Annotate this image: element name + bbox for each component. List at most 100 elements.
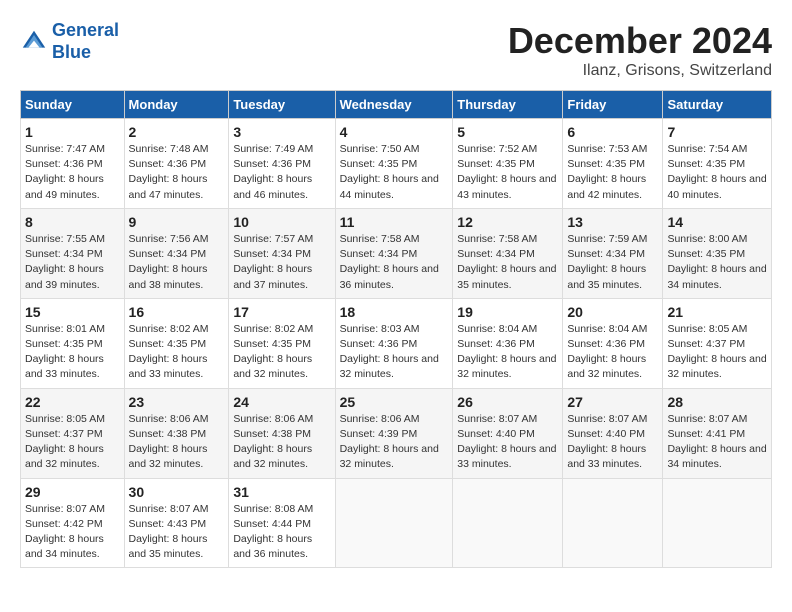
day-detail: Sunrise: 8:01 AM Sunset: 4:35 PM Dayligh… [25,322,120,383]
week-row-3: 15 Sunrise: 8:01 AM Sunset: 4:35 PM Dayl… [21,298,772,388]
day-detail: Sunrise: 7:52 AM Sunset: 4:35 PM Dayligh… [457,142,558,203]
calendar-cell: 22 Sunrise: 8:05 AM Sunset: 4:37 PM Dayl… [21,388,125,478]
day-detail: Sunrise: 8:07 AM Sunset: 4:40 PM Dayligh… [567,412,658,473]
day-detail: Sunrise: 7:48 AM Sunset: 4:36 PM Dayligh… [129,142,225,203]
day-number: 19 [457,304,558,320]
day-number: 25 [340,394,449,410]
week-row-2: 8 Sunrise: 7:55 AM Sunset: 4:34 PM Dayli… [21,208,772,298]
day-number: 12 [457,214,558,230]
calendar-cell: 29 Sunrise: 8:07 AM Sunset: 4:42 PM Dayl… [21,478,125,568]
day-detail: Sunrise: 8:02 AM Sunset: 4:35 PM Dayligh… [233,322,330,383]
calendar-cell: 19 Sunrise: 8:04 AM Sunset: 4:36 PM Dayl… [453,298,563,388]
day-detail: Sunrise: 8:07 AM Sunset: 4:41 PM Dayligh… [667,412,767,473]
day-number: 13 [567,214,658,230]
week-row-4: 22 Sunrise: 8:05 AM Sunset: 4:37 PM Dayl… [21,388,772,478]
logo-text: General Blue [52,20,119,63]
calendar-cell: 24 Sunrise: 8:06 AM Sunset: 4:38 PM Dayl… [229,388,335,478]
day-number: 2 [129,124,225,140]
day-number: 27 [567,394,658,410]
day-detail: Sunrise: 7:50 AM Sunset: 4:35 PM Dayligh… [340,142,449,203]
day-number: 15 [25,304,120,320]
day-number: 28 [667,394,767,410]
day-detail: Sunrise: 8:06 AM Sunset: 4:38 PM Dayligh… [233,412,330,473]
week-row-5: 29 Sunrise: 8:07 AM Sunset: 4:42 PM Dayl… [21,478,772,568]
day-number: 31 [233,484,330,500]
calendar-cell: 3 Sunrise: 7:49 AM Sunset: 4:36 PM Dayli… [229,119,335,209]
day-number: 24 [233,394,330,410]
day-number: 11 [340,214,449,230]
calendar-cell [563,478,663,568]
calendar-cell [663,478,772,568]
day-detail: Sunrise: 8:05 AM Sunset: 4:37 PM Dayligh… [25,412,120,473]
calendar-cell: 25 Sunrise: 8:06 AM Sunset: 4:39 PM Dayl… [335,388,453,478]
calendar-cell: 26 Sunrise: 8:07 AM Sunset: 4:40 PM Dayl… [453,388,563,478]
calendar-cell: 21 Sunrise: 8:05 AM Sunset: 4:37 PM Dayl… [663,298,772,388]
day-detail: Sunrise: 8:00 AM Sunset: 4:35 PM Dayligh… [667,232,767,293]
logo: General Blue [20,20,119,63]
day-detail: Sunrise: 8:06 AM Sunset: 4:38 PM Dayligh… [129,412,225,473]
calendar-cell [335,478,453,568]
day-detail: Sunrise: 7:47 AM Sunset: 4:36 PM Dayligh… [25,142,120,203]
calendar-cell: 27 Sunrise: 8:07 AM Sunset: 4:40 PM Dayl… [563,388,663,478]
col-header-friday: Friday [563,91,663,119]
logo-icon [20,28,48,56]
day-detail: Sunrise: 8:07 AM Sunset: 4:43 PM Dayligh… [129,502,225,563]
day-detail: Sunrise: 7:56 AM Sunset: 4:34 PM Dayligh… [129,232,225,293]
calendar-header-row: SundayMondayTuesdayWednesdayThursdayFrid… [21,91,772,119]
day-number: 17 [233,304,330,320]
day-number: 4 [340,124,449,140]
day-number: 16 [129,304,225,320]
calendar-cell: 30 Sunrise: 8:07 AM Sunset: 4:43 PM Dayl… [124,478,229,568]
day-number: 22 [25,394,120,410]
calendar-cell: 18 Sunrise: 8:03 AM Sunset: 4:36 PM Dayl… [335,298,453,388]
title-block: December 2024 Ilanz, Grisons, Switzerlan… [508,20,772,80]
calendar-cell: 2 Sunrise: 7:48 AM Sunset: 4:36 PM Dayli… [124,119,229,209]
col-header-thursday: Thursday [453,91,563,119]
day-detail: Sunrise: 8:04 AM Sunset: 4:36 PM Dayligh… [567,322,658,383]
calendar-cell: 10 Sunrise: 7:57 AM Sunset: 4:34 PM Dayl… [229,208,335,298]
day-detail: Sunrise: 7:53 AM Sunset: 4:35 PM Dayligh… [567,142,658,203]
day-detail: Sunrise: 8:03 AM Sunset: 4:36 PM Dayligh… [340,322,449,383]
calendar-cell: 12 Sunrise: 7:58 AM Sunset: 4:34 PM Dayl… [453,208,563,298]
day-number: 9 [129,214,225,230]
page-header: General Blue December 2024 Ilanz, Grison… [20,20,772,80]
calendar-table: SundayMondayTuesdayWednesdayThursdayFrid… [20,90,772,568]
calendar-cell: 14 Sunrise: 8:00 AM Sunset: 4:35 PM Dayl… [663,208,772,298]
col-header-sunday: Sunday [21,91,125,119]
day-number: 14 [667,214,767,230]
day-number: 1 [25,124,120,140]
calendar-cell: 31 Sunrise: 8:08 AM Sunset: 4:44 PM Dayl… [229,478,335,568]
day-number: 23 [129,394,225,410]
day-detail: Sunrise: 8:07 AM Sunset: 4:40 PM Dayligh… [457,412,558,473]
day-detail: Sunrise: 7:49 AM Sunset: 4:36 PM Dayligh… [233,142,330,203]
calendar-cell: 15 Sunrise: 8:01 AM Sunset: 4:35 PM Dayl… [21,298,125,388]
col-header-tuesday: Tuesday [229,91,335,119]
day-detail: Sunrise: 8:05 AM Sunset: 4:37 PM Dayligh… [667,322,767,383]
page-title: December 2024 [508,20,772,62]
calendar-cell: 5 Sunrise: 7:52 AM Sunset: 4:35 PM Dayli… [453,119,563,209]
calendar-cell: 4 Sunrise: 7:50 AM Sunset: 4:35 PM Dayli… [335,119,453,209]
day-detail: Sunrise: 8:08 AM Sunset: 4:44 PM Dayligh… [233,502,330,563]
col-header-monday: Monday [124,91,229,119]
calendar-cell: 1 Sunrise: 7:47 AM Sunset: 4:36 PM Dayli… [21,119,125,209]
day-detail: Sunrise: 7:58 AM Sunset: 4:34 PM Dayligh… [340,232,449,293]
calendar-cell: 11 Sunrise: 7:58 AM Sunset: 4:34 PM Dayl… [335,208,453,298]
day-detail: Sunrise: 7:57 AM Sunset: 4:34 PM Dayligh… [233,232,330,293]
day-detail: Sunrise: 7:59 AM Sunset: 4:34 PM Dayligh… [567,232,658,293]
calendar-cell: 20 Sunrise: 8:04 AM Sunset: 4:36 PM Dayl… [563,298,663,388]
calendar-cell: 23 Sunrise: 8:06 AM Sunset: 4:38 PM Dayl… [124,388,229,478]
day-number: 18 [340,304,449,320]
day-number: 20 [567,304,658,320]
day-number: 26 [457,394,558,410]
calendar-cell: 16 Sunrise: 8:02 AM Sunset: 4:35 PM Dayl… [124,298,229,388]
day-number: 21 [667,304,767,320]
calendar-cell: 28 Sunrise: 8:07 AM Sunset: 4:41 PM Dayl… [663,388,772,478]
day-detail: Sunrise: 8:06 AM Sunset: 4:39 PM Dayligh… [340,412,449,473]
day-number: 6 [567,124,658,140]
calendar-cell: 6 Sunrise: 7:53 AM Sunset: 4:35 PM Dayli… [563,119,663,209]
day-detail: Sunrise: 7:58 AM Sunset: 4:34 PM Dayligh… [457,232,558,293]
day-detail: Sunrise: 7:54 AM Sunset: 4:35 PM Dayligh… [667,142,767,203]
day-number: 8 [25,214,120,230]
calendar-cell: 9 Sunrise: 7:56 AM Sunset: 4:34 PM Dayli… [124,208,229,298]
calendar-cell: 7 Sunrise: 7:54 AM Sunset: 4:35 PM Dayli… [663,119,772,209]
